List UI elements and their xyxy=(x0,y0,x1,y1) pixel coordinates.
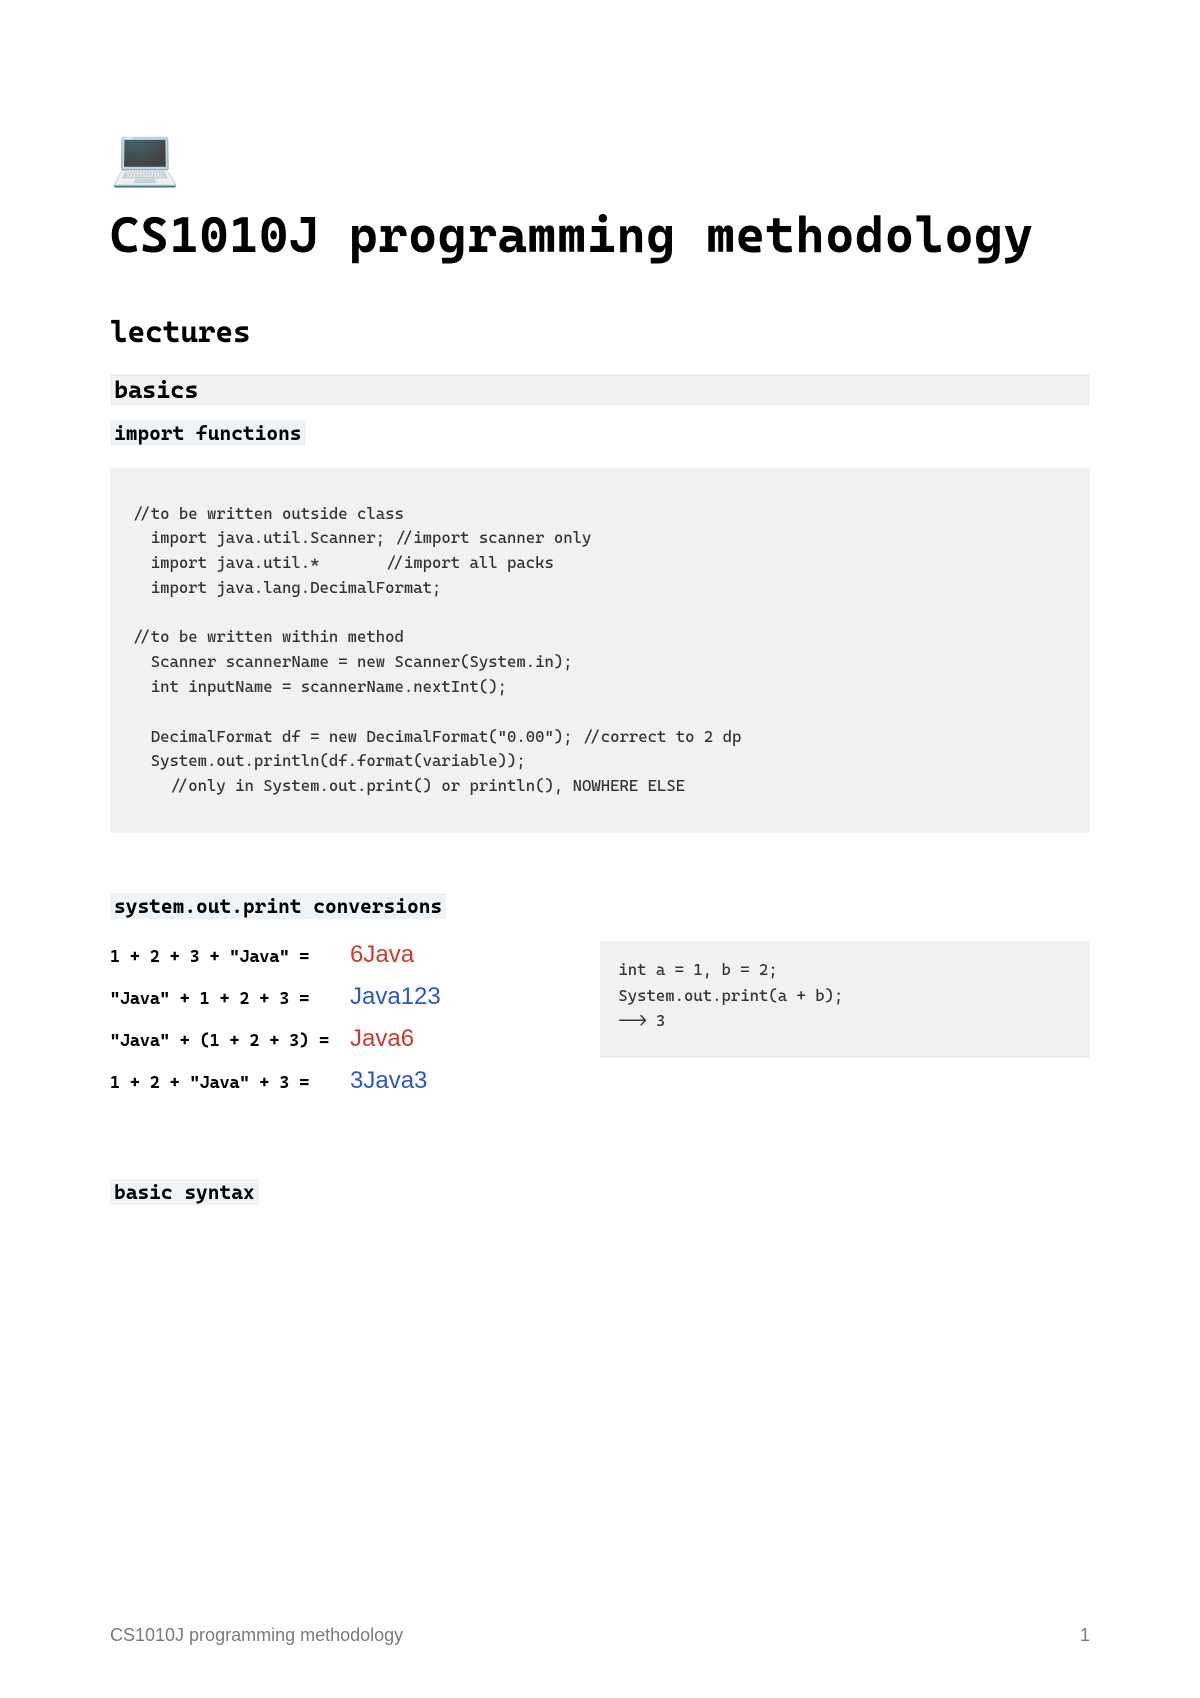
conversion-expr: 1 + 2 + 3 + "Java" = xyxy=(110,946,350,966)
heading-basic-syntax: basic syntax xyxy=(110,1179,259,1205)
heading-basics: basics xyxy=(110,374,1090,406)
heading-lectures: lectures xyxy=(110,315,1090,350)
conversion-result: 6Java xyxy=(350,941,414,969)
conversions-list: 1 + 2 + 3 + "Java" = 6Java "Java" + 1 + … xyxy=(110,941,580,1109)
code-block-small: int a = 1, b = 2; System.out.print(a + b… xyxy=(600,941,1090,1058)
laptop-icon: 💻 xyxy=(110,130,1090,186)
conversion-expr: "Java" + (1 + 2 + 3) = xyxy=(110,1030,350,1050)
heading-conversions: system.out.print conversions xyxy=(110,893,446,919)
footer-title: CS1010J programming methodology xyxy=(110,1625,403,1646)
conversion-row: "Java" + (1 + 2 + 3) = Java6 xyxy=(110,1025,580,1053)
conversions-side-code: int a = 1, b = 2; System.out.print(a + b… xyxy=(600,941,1090,1109)
conversion-row: "Java" + 1 + 2 + 3 = Java123 xyxy=(110,983,580,1011)
page-title: CS1010J programming methodology xyxy=(110,204,1090,267)
code-block-imports: //to be written outside class import jav… xyxy=(110,468,1090,834)
conversion-result: 3Java3 xyxy=(350,1067,427,1095)
conversion-expr: "Java" + 1 + 2 + 3 = xyxy=(110,988,350,1008)
footer-page-number: 1 xyxy=(1080,1625,1090,1646)
page-footer: CS1010J programming methodology 1 xyxy=(110,1625,1090,1646)
conversion-result: Java6 xyxy=(350,1025,414,1053)
heading-import-functions: import functions xyxy=(110,420,306,446)
conversion-expr: 1 + 2 + "Java" + 3 = xyxy=(110,1072,350,1092)
conversion-row: 1 + 2 + "Java" + 3 = 3Java3 xyxy=(110,1067,580,1095)
conversions-columns: 1 + 2 + 3 + "Java" = 6Java "Java" + 1 + … xyxy=(110,941,1090,1109)
conversion-result: Java123 xyxy=(350,983,441,1011)
conversion-row: 1 + 2 + 3 + "Java" = 6Java xyxy=(110,941,580,969)
